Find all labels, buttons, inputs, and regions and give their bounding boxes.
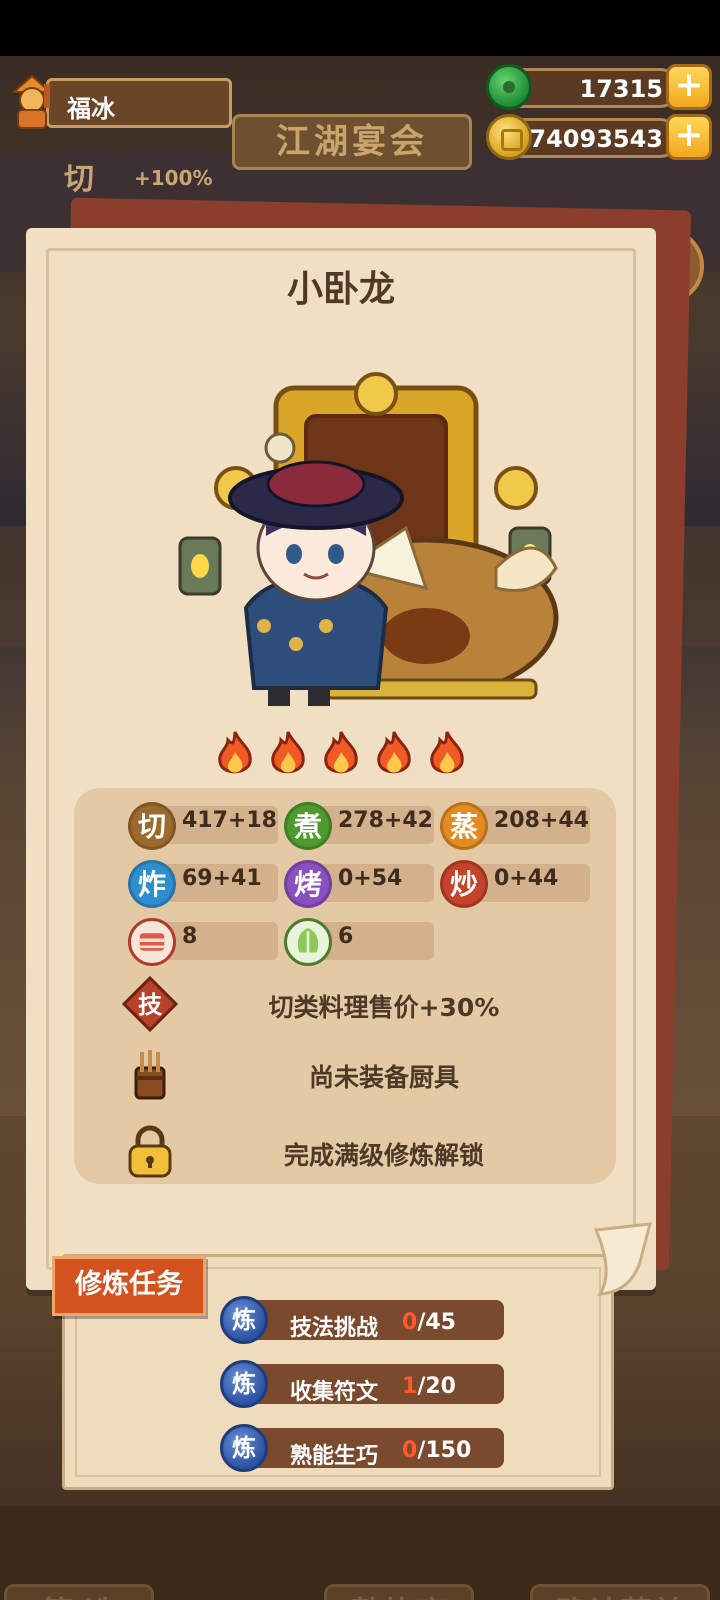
vegetable-icon [284, 918, 332, 966]
chef-avatar-icon [11, 74, 53, 129]
stat-boil: 煮 278+42 [284, 802, 444, 850]
stirfry-icon: 炒 [440, 860, 488, 908]
task-progress-total: /150 [417, 1438, 472, 1463]
train-icon: 炼 [220, 1424, 268, 1472]
task-progress-total: /20 [417, 1374, 456, 1399]
task-bar: 技法挑战 0/45 [242, 1300, 504, 1341]
stat-cut: 切 417+18 [128, 802, 288, 850]
event-banner: 江湖宴会 [232, 114, 472, 170]
bg-cut-label: 切 [64, 162, 94, 197]
task-progress-current: 1 [402, 1374, 418, 1399]
task-bar: 熟能生巧 0/150 [242, 1428, 504, 1469]
stat-veg: 6 [284, 918, 444, 966]
stat-cut-value: 417+18 [182, 808, 277, 833]
stat-steam-value: 208+44 [494, 808, 589, 833]
coin-resource: 74093543 + [486, 114, 712, 162]
stat-fry-value: 69+41 [182, 866, 262, 891]
unlock-hint: 完成满级修炼解锁 [283, 1141, 484, 1170]
task-name: 收集符文 [290, 1380, 379, 1405]
task-bar: 收集符文 1/20 [242, 1364, 504, 1405]
stat-fry: 炸 69+41 [128, 860, 288, 908]
stat-roast: 烤 0+54 [284, 860, 444, 908]
flame-icon [324, 731, 358, 774]
player-name-bar: 福冰 [46, 78, 232, 128]
chef-name: 小卧龙 [286, 269, 395, 310]
stat-meat: 8 [128, 918, 288, 966]
equipment-row[interactable]: 尚未装备厨具 [74, 1046, 616, 1102]
locked-row: 完成满级修炼解锁 [74, 1124, 616, 1180]
flame-icon [430, 731, 464, 774]
add-jade-button[interactable]: + [666, 64, 712, 110]
stat-stirfry-value: 0+44 [494, 866, 559, 891]
bg-cut-bonus: +100% [134, 166, 213, 190]
task-progress: 0/45 [402, 1310, 456, 1335]
stat-boil-value: 278+42 [338, 808, 433, 833]
roast-icon: 烤 [284, 860, 332, 908]
task-progress: 1/20 [402, 1374, 456, 1399]
chef-detail-card: 小卧龙 切 417+18 煮 278+42 蒸 208+44 炸 69+41 烤… [26, 228, 656, 1290]
skill-icon-char: 技 [138, 991, 163, 1019]
flame-icon [271, 731, 305, 774]
train-icon: 炼 [220, 1360, 268, 1408]
page-curl [593, 1222, 653, 1296]
skill-row: 技 切类料理售价+30% [74, 976, 616, 1032]
lock-icon [128, 1125, 172, 1178]
skill-description: 切类料理售价+30% [268, 993, 500, 1022]
training-title: 修炼任务 [52, 1256, 206, 1316]
task-progress: 0/150 [402, 1438, 471, 1463]
player-name: 福冰 [67, 95, 115, 123]
event-banner-text: 江湖宴会 [276, 122, 428, 162]
task-name: 熟能生巧 [290, 1444, 379, 1469]
meat-icon [128, 918, 176, 966]
filter-button[interactable]: 筛 选 [4, 1584, 154, 1600]
chef-portrait [178, 372, 559, 706]
flame-icon [377, 731, 411, 774]
task-name: 技法挑战 [290, 1316, 379, 1341]
steam-icon: 蒸 [440, 802, 488, 850]
skill-icon: 技 [122, 976, 178, 1032]
boil-icon: 煮 [284, 802, 332, 850]
coin-icon [486, 114, 532, 160]
add-coins-button[interactable]: + [666, 114, 712, 160]
jade-icon [486, 64, 532, 110]
coin-value: 74093543 [529, 125, 663, 153]
task-item[interactable]: 收集符文 1/20 炼 [220, 1360, 510, 1408]
task-item[interactable]: 熟能生巧 0/150 炼 [220, 1424, 510, 1472]
chef-rank [26, 730, 656, 786]
stat-roast-value: 0+54 [338, 866, 403, 891]
flame-icon [218, 731, 252, 774]
confirm-menu-button[interactable]: 确认菜单 [530, 1584, 710, 1600]
task-item[interactable]: 技法挑战 0/45 炼 [220, 1296, 510, 1344]
stat-stirfry: 炒 0+44 [440, 860, 600, 908]
stat-steam: 蒸 208+44 [440, 802, 600, 850]
stat-veg-value: 6 [338, 924, 354, 949]
stat-meat-value: 8 [182, 924, 198, 949]
train-icon: 炼 [220, 1296, 268, 1344]
jade-value: 17315 [579, 75, 664, 103]
equipment-status: 尚未装备厨具 [308, 1063, 459, 1092]
task-progress-current: 0 [402, 1310, 418, 1335]
cut-icon: 切 [128, 802, 176, 850]
utensils-icon [134, 1050, 166, 1100]
proficiency-button[interactable]: 熟练度 [324, 1584, 474, 1600]
player-info[interactable]: 福冰 [6, 70, 232, 130]
jade-resource: 17315 + [486, 64, 712, 112]
fry-icon: 炸 [128, 860, 176, 908]
task-progress-total: /45 [417, 1310, 456, 1335]
task-progress-current: 0 [402, 1438, 418, 1463]
